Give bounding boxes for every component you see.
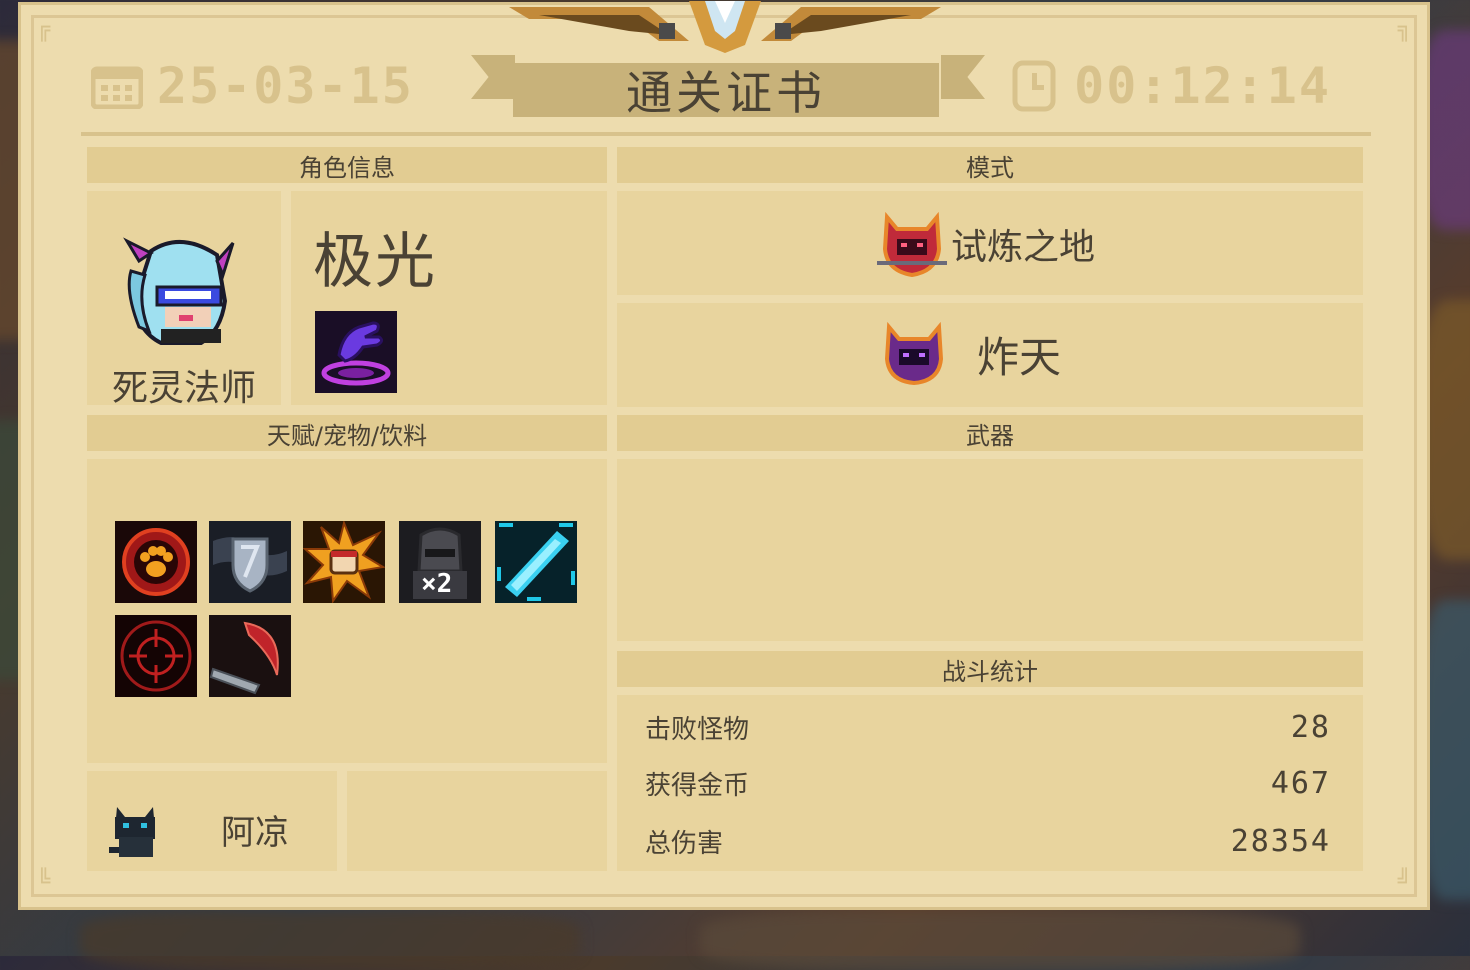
pet-extra-panel xyxy=(347,771,607,871)
mode-difficulty-label: 炸天 xyxy=(977,332,1062,382)
buffs-panel: ×2 xyxy=(87,459,607,763)
stat-value: 28354 xyxy=(1230,823,1331,859)
certificate-card: ╔ ╗ ╚ ╝ 25-03-15 通关证书 00:12:14 角色信息 死灵法师… xyxy=(18,1,1430,910)
pet-name: 阿凉 xyxy=(221,813,289,853)
buff-tile[interactable] xyxy=(495,521,577,603)
shield-icon xyxy=(213,537,287,593)
character-skin-panel: 极光 xyxy=(291,191,607,405)
mode-item-difficulty: 炸天 xyxy=(617,303,1363,407)
character-portrait-panel: 死灵法师 xyxy=(87,191,281,409)
winged-crest-icon xyxy=(509,1,941,53)
mode-section-header: 模式 xyxy=(617,147,1363,183)
buffs-section-header: 天赋/宠物/饮料 xyxy=(87,415,607,451)
buffs-section-title: 天赋/宠物/饮料 xyxy=(266,421,428,450)
purple-demon-helmet-icon xyxy=(884,321,944,386)
buff-tile[interactable] xyxy=(209,521,291,603)
knight-badge: ×2 xyxy=(421,569,453,599)
purple-hand-summon-icon xyxy=(321,321,391,386)
paw-print-icon xyxy=(122,528,190,596)
weapons-section-header: 武器 xyxy=(617,415,1363,451)
black-cat-icon xyxy=(109,807,155,857)
certificate-date: 25-03-15 xyxy=(157,57,414,115)
corner-ornament: ╚ xyxy=(37,869,51,894)
character-section-title: 角色信息 xyxy=(299,153,395,182)
buff-tile[interactable] xyxy=(302,519,386,604)
certificate-title: 通关证书 xyxy=(626,66,826,120)
sickle-icon xyxy=(209,621,279,695)
weapons-panel xyxy=(617,459,1363,641)
header-time: 00:12:14 xyxy=(1012,57,1331,115)
stats-section-title: 战斗统计 xyxy=(942,657,1038,686)
character-section-header: 角色信息 xyxy=(87,147,607,183)
stats-section-header: 战斗统计 xyxy=(617,651,1363,687)
power-fist-icon xyxy=(302,519,386,604)
necromancer-portrait-icon xyxy=(123,237,235,345)
mode-trial-label: 试炼之地 xyxy=(951,227,1096,268)
skill-tile[interactable] xyxy=(315,311,397,393)
skin-name: 极光 xyxy=(313,227,437,297)
corner-ornament: ╔ xyxy=(37,17,51,42)
stats-panel: 击败怪物 28 获得金币 467 总伤害 28354 xyxy=(617,695,1363,871)
buff-tile[interactable]: ×2 xyxy=(399,521,481,603)
buff-tile[interactable] xyxy=(115,615,197,697)
stat-row-damage: 总伤害 28354 xyxy=(617,821,1363,861)
mode-item-trial: 试炼之地 xyxy=(617,191,1363,295)
character-class-name: 死灵法师 xyxy=(111,368,256,409)
run-time: 00:12:14 xyxy=(1074,57,1331,115)
red-demon-helmet-icon xyxy=(877,211,947,278)
calendar-icon xyxy=(91,66,143,109)
title-banner: 通关证书 xyxy=(513,63,939,120)
header-divider xyxy=(81,132,1371,136)
stat-label: 总伤害 xyxy=(645,828,724,859)
clock-icon xyxy=(1012,60,1056,112)
mode-section-title: 模式 xyxy=(966,153,1014,182)
weapons-section-title: 武器 xyxy=(966,421,1014,450)
buff-tile[interactable] xyxy=(115,521,197,603)
header-date: 25-03-15 xyxy=(91,57,414,115)
buff-tile[interactable] xyxy=(209,615,291,697)
crosshair-icon xyxy=(120,620,192,692)
pet-panel: 阿凉 xyxy=(87,771,337,871)
stat-value: 467 xyxy=(1270,765,1331,801)
corner-ornament: ╝ xyxy=(1397,869,1411,894)
stat-label: 获得金币 xyxy=(645,770,750,801)
stat-row-kills: 击败怪物 28 xyxy=(617,707,1363,747)
corner-ornament: ╗ xyxy=(1397,17,1411,42)
stat-label: 击败怪物 xyxy=(645,714,750,745)
stat-value: 28 xyxy=(1290,709,1331,745)
blue-blade-icon xyxy=(497,523,575,601)
stat-row-gold: 获得金币 467 xyxy=(617,763,1363,803)
